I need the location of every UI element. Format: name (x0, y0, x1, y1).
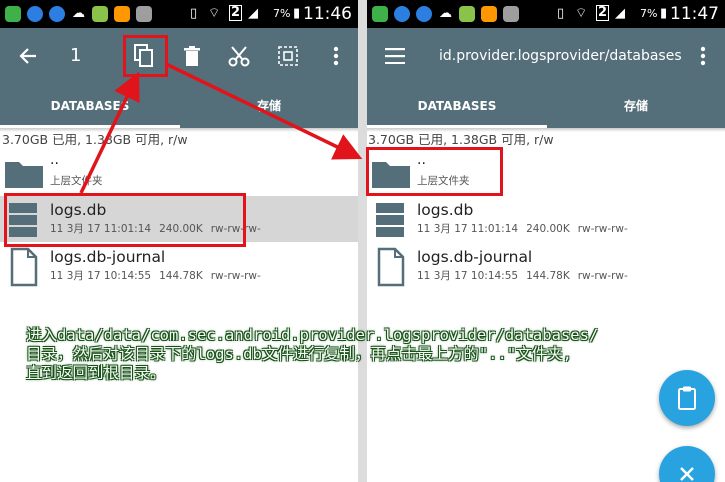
arrow-copy-to-folder (165, 62, 363, 160)
caption-line: 目录，然后对该目录下的logs.db文件进行复制，再点击最上方的".."文件夹, (26, 345, 572, 363)
annotation-arrows (79, 62, 363, 194)
arrow-row-to-copy (79, 71, 140, 194)
instruction-caption: 进入data/data/com.sec.android.provider.log… (26, 326, 716, 383)
caption-line: 直到返回到根目录。 (26, 364, 166, 382)
caption-line: 进入data/data/com.sec.android.provider.log… (26, 326, 599, 344)
